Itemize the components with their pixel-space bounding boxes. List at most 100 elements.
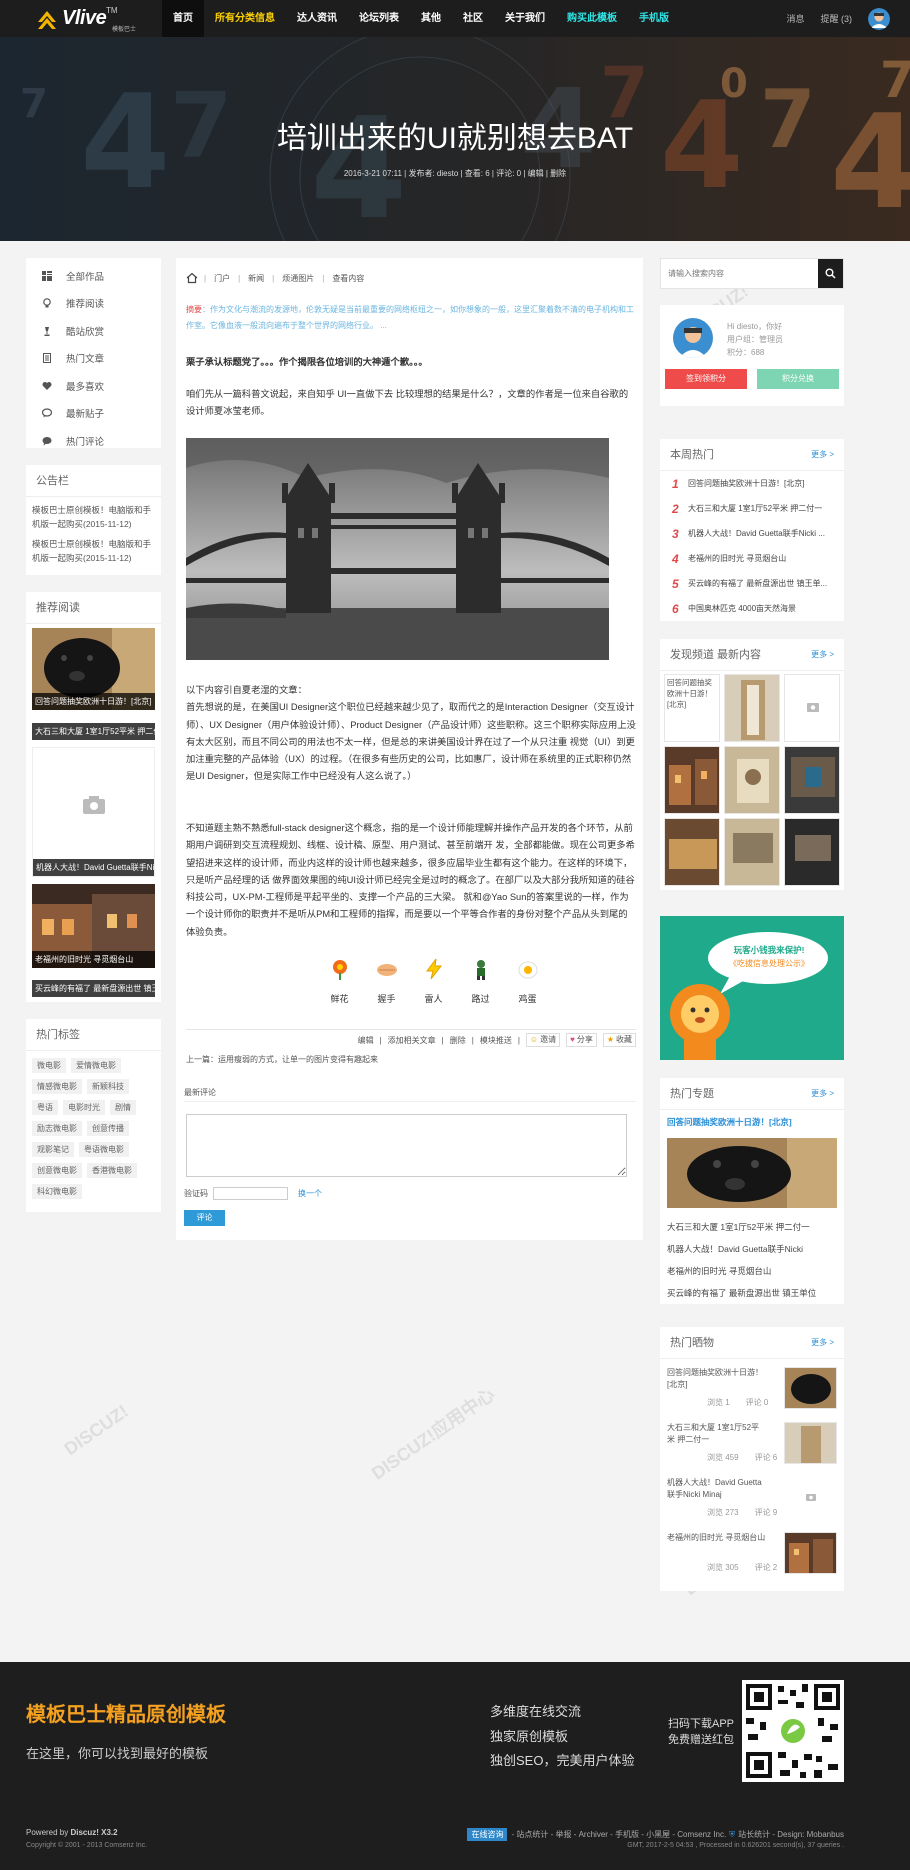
- more-link[interactable]: 更多 >: [811, 639, 834, 671]
- left-nav-item-all-works[interactable]: 全部作品: [26, 262, 161, 290]
- hot-item[interactable]: 4 老福州的旧时光 寻觅烟台山: [660, 546, 844, 571]
- topic-item[interactable]: 老福州的旧时光 寻觅烟台山: [667, 1265, 771, 1277]
- messages-link[interactable]: 消息: [786, 12, 804, 25]
- stats-link[interactable]: 站长统计 - Design: Mobanbus: [738, 1829, 844, 1840]
- tag[interactable]: 香港微电影: [87, 1163, 137, 1178]
- avatar[interactable]: [868, 7, 890, 30]
- tag[interactable]: 励志微电影: [32, 1121, 82, 1136]
- showcase-item[interactable]: 大石三和大厦 1室1厅52平米 押二付一 浏览 459 评论 6: [667, 1422, 837, 1468]
- recommended-item[interactable]: 老福州的旧时光 寻觅烟台山: [32, 884, 155, 968]
- recommended-item[interactable]: 大石三和大厦 1室1厅52平米 押二付一: [32, 722, 155, 740]
- showcase-item[interactable]: 机器人大战！David Guetta联手Nicki Minaj 浏览 273 评…: [667, 1477, 837, 1523]
- topic-item[interactable]: 大石三和大厦 1室1厅52平米 押二付一: [667, 1221, 810, 1233]
- delete-link[interactable]: 删除: [450, 1035, 466, 1046]
- online-consult-button[interactable]: 在线咨询: [467, 1828, 508, 1841]
- hot-item[interactable]: 1 回答问题抽奖欧洲十日游！[北京]: [660, 471, 844, 496]
- more-link[interactable]: 更多 >: [811, 1078, 834, 1110]
- nav-item-buy-template[interactable]: 购买此模板: [556, 0, 628, 37]
- hot-item[interactable]: 3 机器人大战！David Guetta联手Nicki ...: [660, 521, 844, 546]
- tag[interactable]: 情感微电影: [32, 1079, 82, 1094]
- showcase-item[interactable]: 回答问题抽奖欧洲十日游！[北京] 浏览 1 评论 0: [667, 1367, 837, 1413]
- powered-link[interactable]: Discuz! X3.2: [70, 1828, 117, 1837]
- tag[interactable]: 科幻微电影: [32, 1184, 82, 1199]
- showcase-item[interactable]: 老福州的旧时光 寻觅烟台山 浏览 305 评论 2: [667, 1532, 837, 1578]
- reminders-link[interactable]: 提醒 (3): [820, 12, 852, 25]
- nav-item-home[interactable]: 首页: [162, 0, 204, 37]
- share-button[interactable]: ♥ 分享: [566, 1033, 597, 1047]
- mood-thunder[interactable]: 雷人: [410, 958, 457, 1005]
- breadcrumb-item[interactable]: 新闻: [248, 273, 264, 284]
- breadcrumb-item[interactable]: 门户: [214, 273, 230, 284]
- tag[interactable]: 爱情微电影: [71, 1058, 121, 1073]
- recommended-item[interactable]: 机器人大战！David Guetta联手Nicki Minaj: [32, 747, 155, 877]
- discover-item[interactable]: [784, 746, 840, 814]
- user-avatar[interactable]: [673, 318, 713, 358]
- more-link[interactable]: 更多 >: [811, 439, 834, 471]
- mood-handshake[interactable]: 握手: [363, 958, 410, 1005]
- nav-item-community[interactable]: 社区: [452, 0, 494, 37]
- nav-item-other[interactable]: 其他: [410, 0, 452, 37]
- submit-comment-button[interactable]: 评论: [184, 1210, 225, 1226]
- discover-item[interactable]: [784, 818, 840, 886]
- tag[interactable]: 剧情: [110, 1100, 136, 1115]
- discover-item[interactable]: [724, 674, 780, 742]
- search-button[interactable]: [818, 259, 843, 288]
- notice-item[interactable]: 模板巴士原创模板！电脑版和手机版一起购买(2015-11-12): [26, 537, 161, 565]
- nav-item-mobile[interactable]: 手机版: [628, 0, 680, 37]
- favorite-button[interactable]: ★ 收藏: [602, 1033, 636, 1047]
- exchange-points-button[interactable]: 积分兑换: [757, 369, 839, 389]
- tag[interactable]: 微电影: [32, 1058, 66, 1073]
- search-input[interactable]: [661, 259, 819, 288]
- mood-egg[interactable]: 鸡蛋: [504, 958, 551, 1005]
- discover-item[interactable]: 回答问题抽奖欧洲十日游！[北京]: [664, 674, 720, 742]
- invite-button[interactable]: ☺ 邀请: [525, 1033, 561, 1047]
- tag[interactable]: 粤语微电影: [79, 1142, 129, 1157]
- tag[interactable]: 创意传播: [87, 1121, 129, 1136]
- nav-item-all-categories[interactable]: 所有分类信息: [204, 0, 286, 37]
- tag[interactable]: 电影时光: [63, 1100, 105, 1115]
- captcha-input[interactable]: [213, 1187, 288, 1200]
- topic-item[interactable]: 机器人大战！David Guetta联手Nicki: [667, 1243, 803, 1255]
- captcha-change-link[interactable]: 换一个: [298, 1188, 322, 1199]
- breadcrumb-item[interactable]: 烦通图片: [282, 273, 314, 284]
- comment-textarea[interactable]: [186, 1114, 627, 1177]
- discover-item[interactable]: [784, 674, 840, 742]
- module-push-link[interactable]: 模块推送: [480, 1035, 512, 1046]
- edit-link[interactable]: 编辑: [358, 1035, 374, 1046]
- tag[interactable]: 新颖科技: [87, 1079, 129, 1094]
- nav-item-about[interactable]: 关于我们: [494, 0, 556, 37]
- more-link[interactable]: 更多 >: [811, 1327, 834, 1359]
- tag[interactable]: 创意微电影: [32, 1163, 82, 1178]
- hot-item[interactable]: 6 中国奥林匹克 4000亩天然海景: [660, 596, 844, 621]
- tag[interactable]: 粤语: [32, 1100, 58, 1115]
- footer-link-list[interactable]: - 站点统计 - 举报 - Archiver - 手机版 - 小黑屋 - Com…: [511, 1829, 726, 1840]
- mood-passerby[interactable]: 路过: [457, 958, 504, 1005]
- topic-item[interactable]: 买云峰的有福了 最新盘源出世 镇王单位: [667, 1287, 816, 1299]
- tag[interactable]: 观影笔记: [32, 1142, 74, 1157]
- left-nav-item-hot-comments[interactable]: 热门评论: [26, 427, 161, 455]
- left-nav-item-latest-posts[interactable]: 最新贴子: [26, 400, 161, 428]
- left-nav-item-recommended[interactable]: 推荐阅读: [26, 290, 161, 318]
- home-icon[interactable]: [186, 272, 198, 284]
- hot-item[interactable]: 5 买云峰的有福了 最新盘源出世 镇王单...: [660, 571, 844, 596]
- checkin-button[interactable]: 签到领积分: [665, 369, 747, 389]
- notice-item[interactable]: 模板巴士原创模板！电脑版和手机版一起购买(2015-11-12): [26, 503, 161, 531]
- recommended-item[interactable]: 回答问题抽奖欧洲十日游！[北京]: [32, 628, 155, 710]
- discover-item[interactable]: [724, 746, 780, 814]
- previous-article-link[interactable]: 上一篇：运用瘦弱的方式，让单一的图片变得有趣起来: [186, 1054, 378, 1065]
- discover-item[interactable]: [664, 746, 720, 814]
- discover-item[interactable]: [724, 818, 780, 886]
- left-nav-item-hot-articles[interactable]: 热门文章: [26, 345, 161, 373]
- nav-item-forum-list[interactable]: 论坛列表: [348, 0, 410, 37]
- hot-item[interactable]: 2 大石三和大厦 1室1厅52平米 押二付一: [660, 496, 844, 521]
- topic-headline[interactable]: 回答问题抽奖欧洲十日游！[北京]: [667, 1116, 792, 1128]
- ad-banner[interactable]: 玩客小钱我来保护! 《吃拔信息处理公示》: [660, 916, 844, 1060]
- site-logo[interactable]: Vlive TM 模板巴士: [0, 0, 162, 37]
- mood-flower[interactable]: 鲜花: [316, 958, 363, 1005]
- left-nav-item-cool-sites[interactable]: 酷站欣赏: [26, 317, 161, 345]
- topic-dog-photo[interactable]: [667, 1138, 837, 1208]
- discover-item[interactable]: [664, 818, 720, 886]
- add-related-link[interactable]: 添加相关文章: [388, 1035, 436, 1046]
- left-nav-item-most-liked[interactable]: 最多喜欢: [26, 372, 161, 400]
- recommended-item[interactable]: 买云峰的有福了 最新盘源出世 镇王单位: [32, 979, 155, 997]
